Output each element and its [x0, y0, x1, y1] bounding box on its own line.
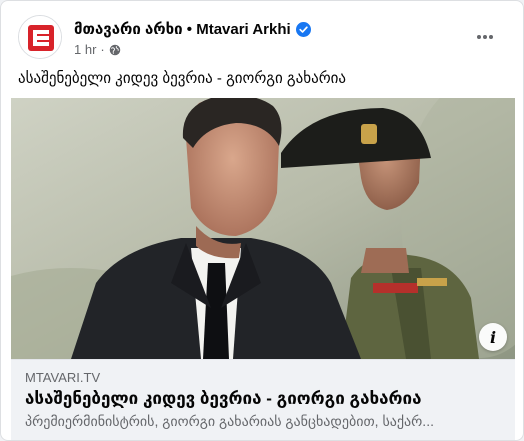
page-name-row: მთავარი არხი • Mtavari Arkhi	[74, 20, 311, 38]
link-preview-card[interactable]: MTAVARI.TV ასაშენებელი კიდევ ბევრია - გი…	[11, 359, 515, 440]
mtavari-logo	[19, 16, 61, 58]
info-button[interactable]: i	[479, 323, 507, 351]
link-description: პრემიერმინისტრის, გიორგი გახარიას განცხა…	[25, 413, 434, 429]
post-header: მთავარი არხი • Mtavari Arkhi 1 hr ·	[18, 15, 509, 59]
info-icon: i	[489, 327, 497, 347]
globe-icon[interactable]	[109, 44, 121, 56]
post-message: ასაშენებელი კიდევ ბევრია - გიორგი გახარი…	[18, 70, 347, 87]
link-title[interactable]: ასაშენებელი კიდევ ბევრია - გიორგი გახარი…	[25, 389, 501, 409]
link-preview-image[interactable]: i	[11, 98, 515, 359]
page-name-link[interactable]: მთავარი არხი • Mtavari Arkhi	[74, 20, 291, 38]
more-horizontal-icon	[477, 35, 493, 39]
more-options-button[interactable]	[467, 19, 503, 55]
verified-badge-icon	[295, 21, 311, 37]
meta-separator: ·	[100, 42, 105, 57]
post-timestamp[interactable]: 1 hr	[74, 42, 96, 57]
post-meta: 1 hr ·	[74, 42, 121, 57]
page-avatar[interactable]	[18, 15, 62, 59]
preview-photo	[11, 98, 515, 359]
post-card: მთავარი არხი • Mtavari Arkhi 1 hr · ასაშ…	[0, 0, 524, 441]
link-domain: MTAVARI.TV	[25, 370, 101, 385]
